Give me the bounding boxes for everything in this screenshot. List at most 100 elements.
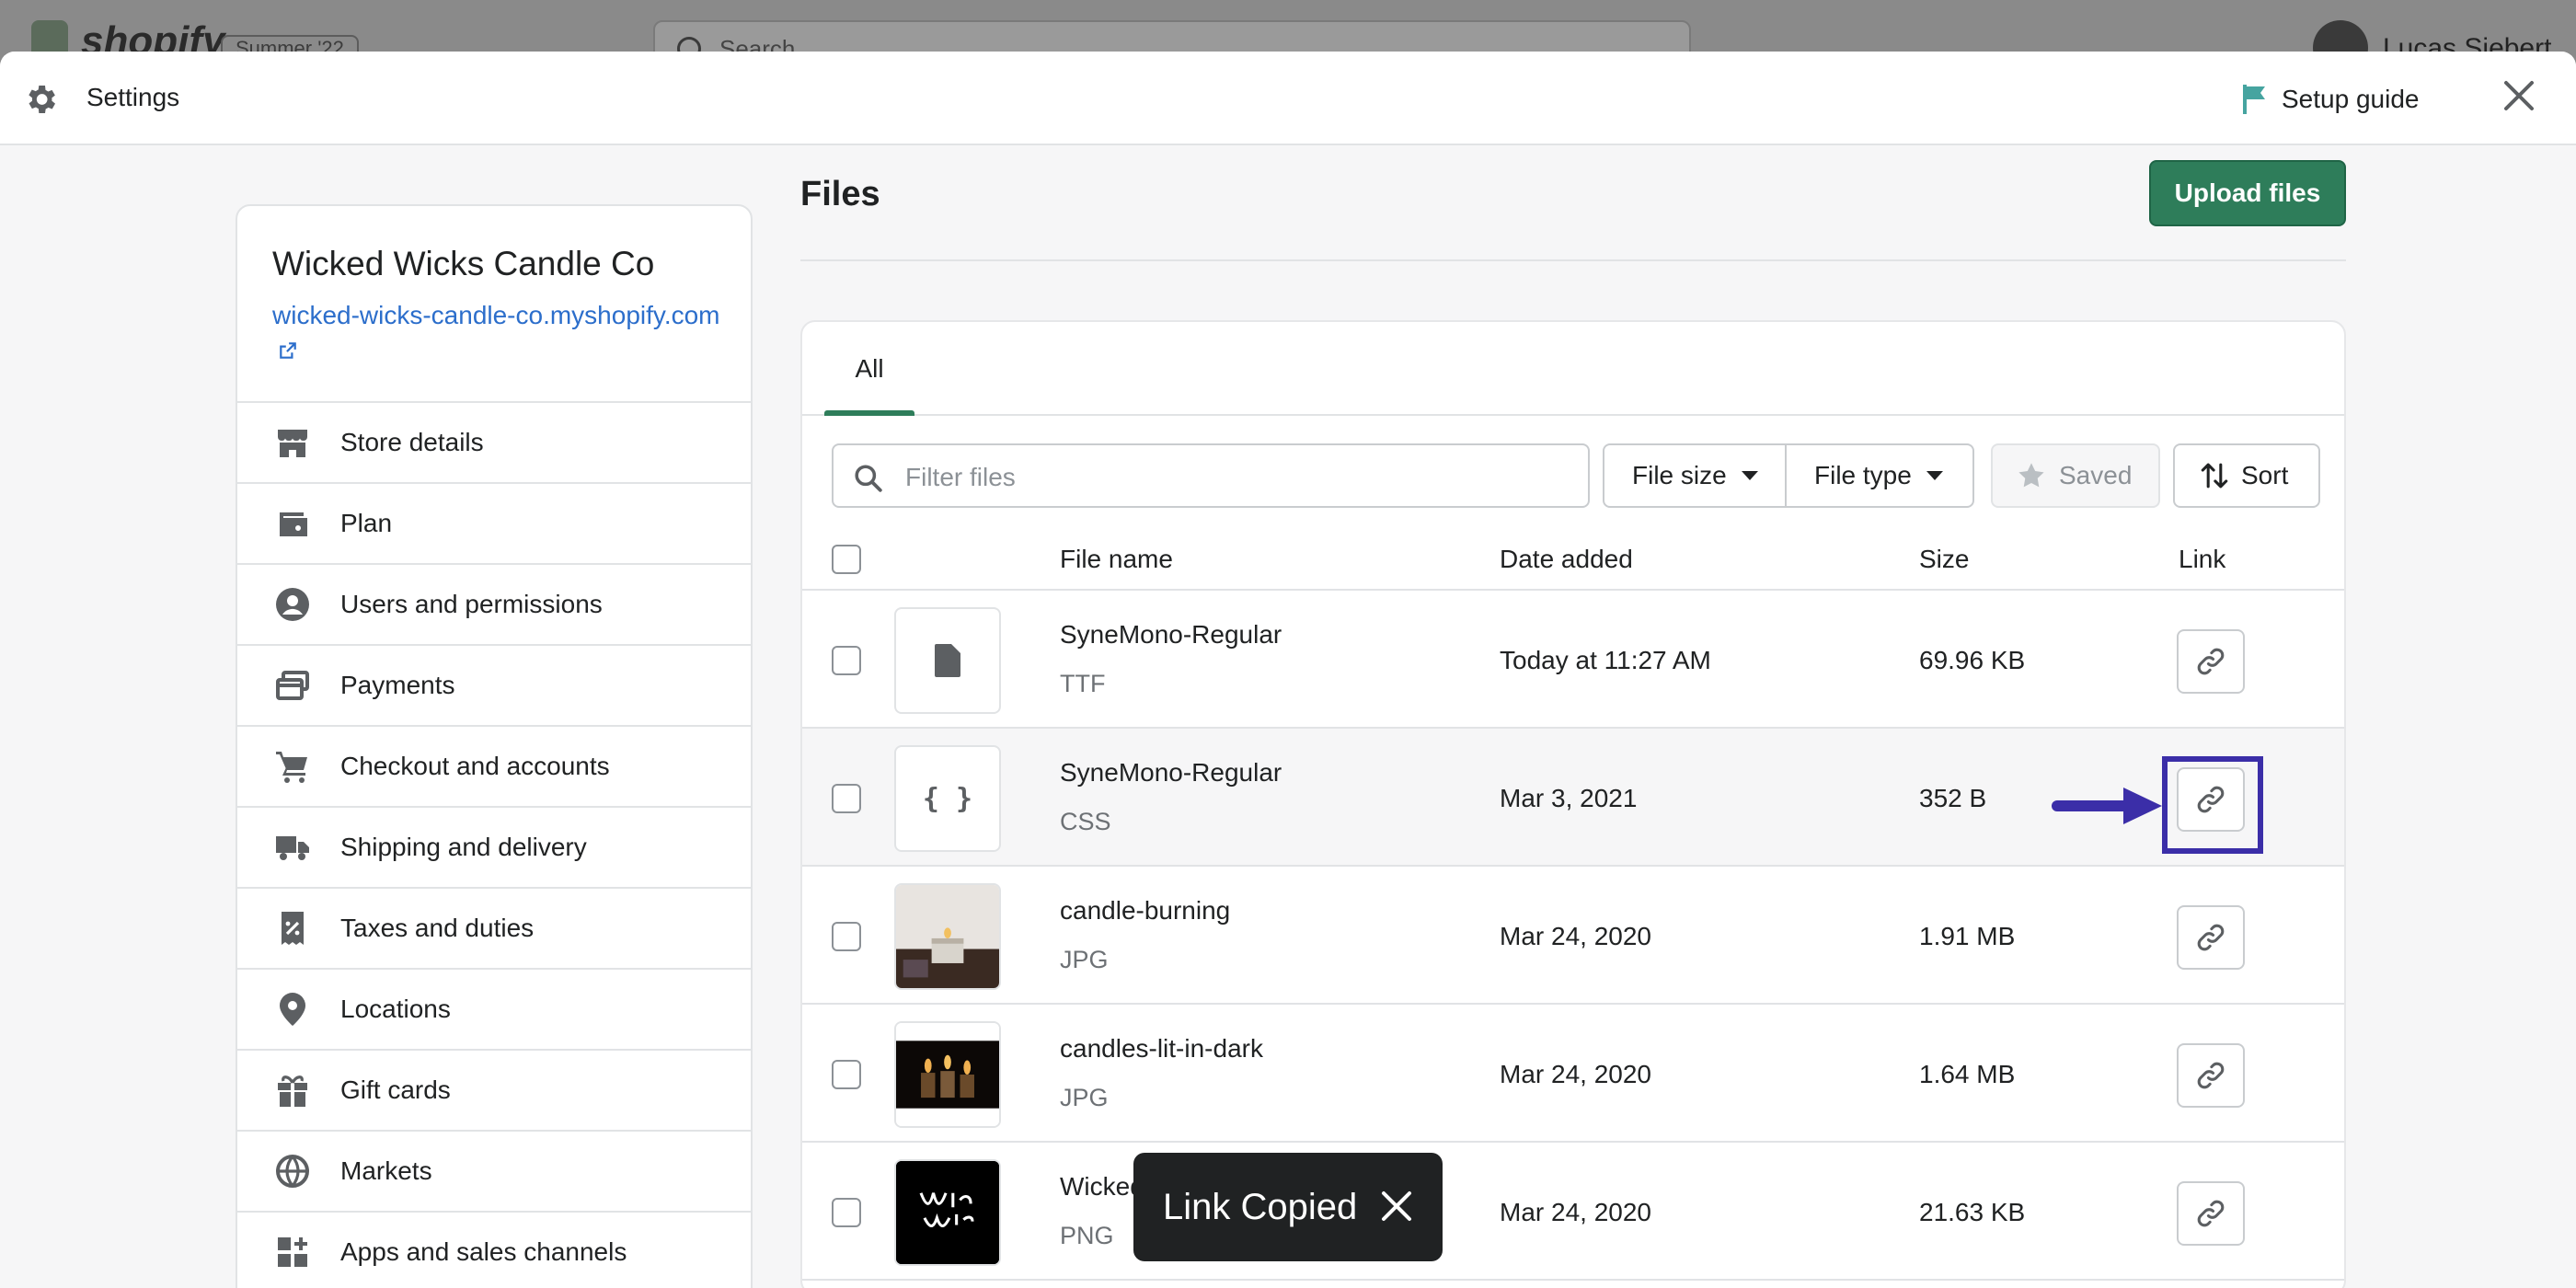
file-name: Wicked [1060,1172,1144,1201]
sidebar-item-label: Checkout and accounts [340,752,610,780]
setup-guide-label: Setup guide [2282,85,2420,113]
sidebar-item-checkout-and-accounts[interactable]: Checkout and accounts [237,725,751,806]
column-link: Link [2179,545,2226,573]
table-row[interactable]: candle-burning JPG Mar 24, 2020 1.91 MB [802,867,2344,1005]
column-file-name: File name [1060,545,1173,573]
settings-modal: Settings Setup guide Wicked Wicks Candle… [0,52,2576,1288]
sidebar-item-payments[interactable]: Payments [237,644,751,725]
copy-link-button[interactable] [2177,1043,2245,1108]
truck-icon [272,827,313,868]
copy-link-button[interactable] [2177,905,2245,970]
saved-filter-button[interactable]: Saved [1991,443,2160,508]
file-name: SyneMono-Regular [1060,620,1282,649]
saved-label: Saved [2059,461,2133,489]
sidebar-item-gift-cards[interactable]: Gift cards [237,1049,751,1130]
column-size: Size [1919,545,1970,573]
upload-files-button[interactable]: Upload files [2149,160,2346,226]
file-size: 1.64 MB [1919,1060,2016,1088]
table-row[interactable]: Wicked PNG Mar 24, 2020 21.63 KB [802,1143,2344,1281]
sidebar-item-label: Plan [340,509,393,537]
caret-down-icon [1741,471,1758,480]
gift-icon [272,1070,313,1110]
file-type-filter-button[interactable]: File type [1785,443,1974,508]
sidebar-item-label: Shipping and delivery [340,833,587,861]
select-all-checkbox[interactable] [832,545,861,574]
file-type-label: File type [1814,461,1912,489]
sidebar-item-label: Taxes and duties [340,914,535,942]
caret-down-icon [1926,471,1943,480]
wallet-icon [272,503,313,544]
file-size-filter-button[interactable]: File size [1603,443,1787,508]
cart-icon [272,746,313,787]
link-icon [2197,1062,2225,1089]
row-checkbox[interactable] [832,646,861,675]
file-date: Mar 24, 2020 [1500,1198,1651,1226]
gear-icon [29,86,56,113]
file-thumbnail [894,1021,1001,1128]
file-type: CSS [1060,808,1111,835]
sort-button[interactable]: Sort [2173,443,2320,508]
file-thumbnail [894,607,1001,714]
link-icon [2197,1200,2225,1227]
sidebar-item-users-and-permissions[interactable]: Users and permissions [237,563,751,644]
file-type: PNG [1060,1222,1114,1249]
page-title: Settings [86,83,180,111]
sidebar-item-plan[interactable]: Plan [237,482,751,563]
row-checkbox[interactable] [832,784,861,813]
file-name: candles-lit-in-dark [1060,1034,1263,1063]
file-size: 21.63 KB [1919,1198,2026,1226]
link-icon [2197,648,2225,675]
row-checkbox[interactable] [832,922,861,951]
sidebar-item-store-details[interactable]: Store details [237,401,751,482]
filter-files-placeholder: Filter files [905,463,1016,491]
link-copied-toast: Link Copied [1133,1153,1443,1261]
tax-receipt-icon [272,908,313,949]
payments-icon [272,665,313,706]
sidebar-item-label: Payments [340,671,455,699]
copy-link-button[interactable] [2177,1181,2245,1246]
store-icon [272,422,313,463]
link-icon [2197,924,2225,951]
tab-all[interactable]: All [824,322,914,416]
table-row[interactable]: candles-lit-in-dark JPG Mar 24, 2020 1.6… [802,1005,2344,1143]
file-thumbnail: { } [894,745,1001,852]
sidebar-item-label: Users and permissions [340,590,603,618]
file-size-label: File size [1632,461,1727,489]
copy-link-button[interactable] [2177,629,2245,694]
files-tabs: All [802,322,2344,416]
store-name: Wicked Wicks Candle Co [272,245,655,282]
star-icon [2018,463,2044,488]
table-row[interactable]: SyneMono-Regular TTF Today at 11:27 AM 6… [802,591,2344,729]
file-date: Mar 3, 2021 [1500,784,1638,812]
external-link-icon[interactable] [278,340,298,361]
candle-photo [896,885,999,988]
user-circle-icon [272,584,313,625]
close-icon[interactable] [1378,1188,1415,1225]
sidebar-item-apps-and-sales-channels[interactable]: Apps and sales channels [237,1211,751,1288]
sidebar-item-markets[interactable]: Markets [237,1130,751,1211]
file-date: Mar 24, 2020 [1500,1060,1651,1088]
row-checkbox[interactable] [832,1060,861,1089]
store-url-link[interactable]: wicked-wicks-candle-co.myshopify.com [272,298,732,368]
header-divider [800,259,2346,261]
annotation-highlight-box [2162,756,2263,854]
location-pin-icon [272,989,313,1029]
close-icon[interactable] [2501,77,2537,114]
setup-guide-button[interactable]: Setup guide [2241,79,2419,120]
filter-files-input[interactable]: Filter files [832,443,1590,508]
active-tab-indicator [824,410,914,416]
sidebar-item-taxes-and-duties[interactable]: Taxes and duties [237,887,751,968]
sidebar-item-shipping-and-delivery[interactable]: Shipping and delivery [237,806,751,887]
file-name: candle-burning [1060,896,1231,925]
file-size: 69.96 KB [1919,646,2026,674]
globe-icon [272,1151,313,1191]
table-row[interactable]: { } SyneMono-Regular CSS Mar 3, 2021 352… [802,729,2344,867]
row-checkbox[interactable] [832,1198,861,1227]
document-icon [935,644,960,677]
sort-arrows-icon [2201,463,2228,489]
logo-image [896,1161,999,1264]
settings-sidebar: Wicked Wicks Candle Co wicked-wicks-cand… [236,204,753,1288]
store-url-text[interactable]: wicked-wicks-candle-co.myshopify.com [272,301,720,329]
code-braces-icon: { } [922,782,973,815]
sidebar-item-locations[interactable]: Locations [237,968,751,1049]
